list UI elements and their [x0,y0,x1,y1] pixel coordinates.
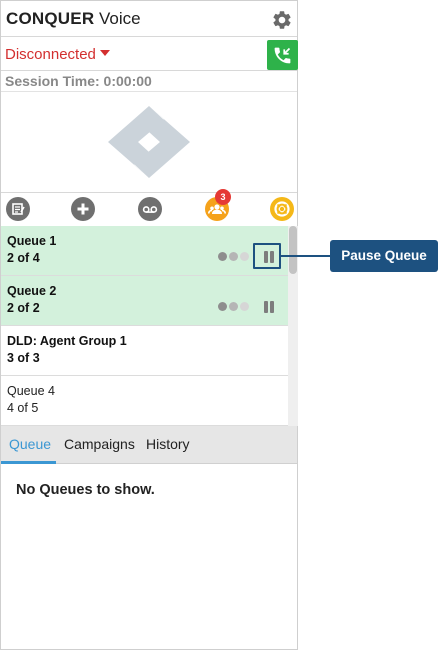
conquer-voice-panel: CONQUER Voice Disconnected Session Time:… [0,0,298,650]
queue-name: Queue 2 [7,284,57,298]
logo-area [1,91,297,193]
status-dropdown[interactable]: Disconnected [5,46,110,63]
queue-count: 2 of 4 [7,251,40,265]
queue-name: Queue 4 [7,384,55,398]
call-button[interactable] [267,40,298,70]
gear-icon[interactable] [271,9,293,31]
queue-row[interactable]: Queue 1 2 of 4 [1,226,288,276]
status-dots-icon [218,252,252,262]
queue-count: 3 of 3 [7,351,40,365]
conquer-logo [108,106,190,178]
callout-connector [281,255,330,257]
action-toolbar: 3 [1,189,297,224]
brand-product: Voice [99,9,141,28]
pause-icon[interactable] [263,301,275,313]
add-icon[interactable] [71,197,95,221]
help-icon[interactable] [270,197,294,221]
queue-name: DLD: Agent Group 1 [7,334,127,348]
queue-name: Queue 1 [7,234,57,248]
tab-history[interactable]: History [146,436,190,452]
tab-campaigns[interactable]: Campaigns [64,436,135,452]
queue-row[interactable]: DLD: Agent Group 1 3 of 3 [1,326,288,376]
queue-count: 4 of 5 [7,401,39,415]
queue-count: 2 of 2 [7,301,40,315]
brand-name: CONQUER [6,9,95,28]
status-label: Disconnected [5,46,96,63]
queue-row[interactable]: Queue 4 4 of 5 [1,376,288,426]
status-row: Disconnected [1,37,298,71]
app-title: CONQUER Voice [6,9,141,29]
pause-queue-callout: Pause Queue [330,240,438,272]
active-tab-indicator [1,461,56,464]
queue-row[interactable]: Queue 2 2 of 2 [1,276,288,326]
empty-message: No Queues to show. [16,482,155,498]
pause-highlight-frame [253,243,281,269]
notes-icon[interactable] [6,197,30,221]
phone-incoming-icon [274,47,291,64]
status-dots-icon [218,302,252,312]
tab-bar: Queue Campaigns History [1,426,297,464]
session-time: Session Time: 0:00:00 [5,73,152,89]
tab-queue[interactable]: Queue [9,436,51,452]
agents-count-badge: 3 [215,189,231,205]
queue-list: Queue 1 2 of 4 Queue 2 2 of 2 DLD: Agent… [1,226,288,426]
app-header: CONQUER Voice [1,1,297,37]
scrollbar-thumb[interactable] [289,226,297,274]
voicemail-icon[interactable] [138,197,162,221]
caret-down-icon [99,50,110,57]
